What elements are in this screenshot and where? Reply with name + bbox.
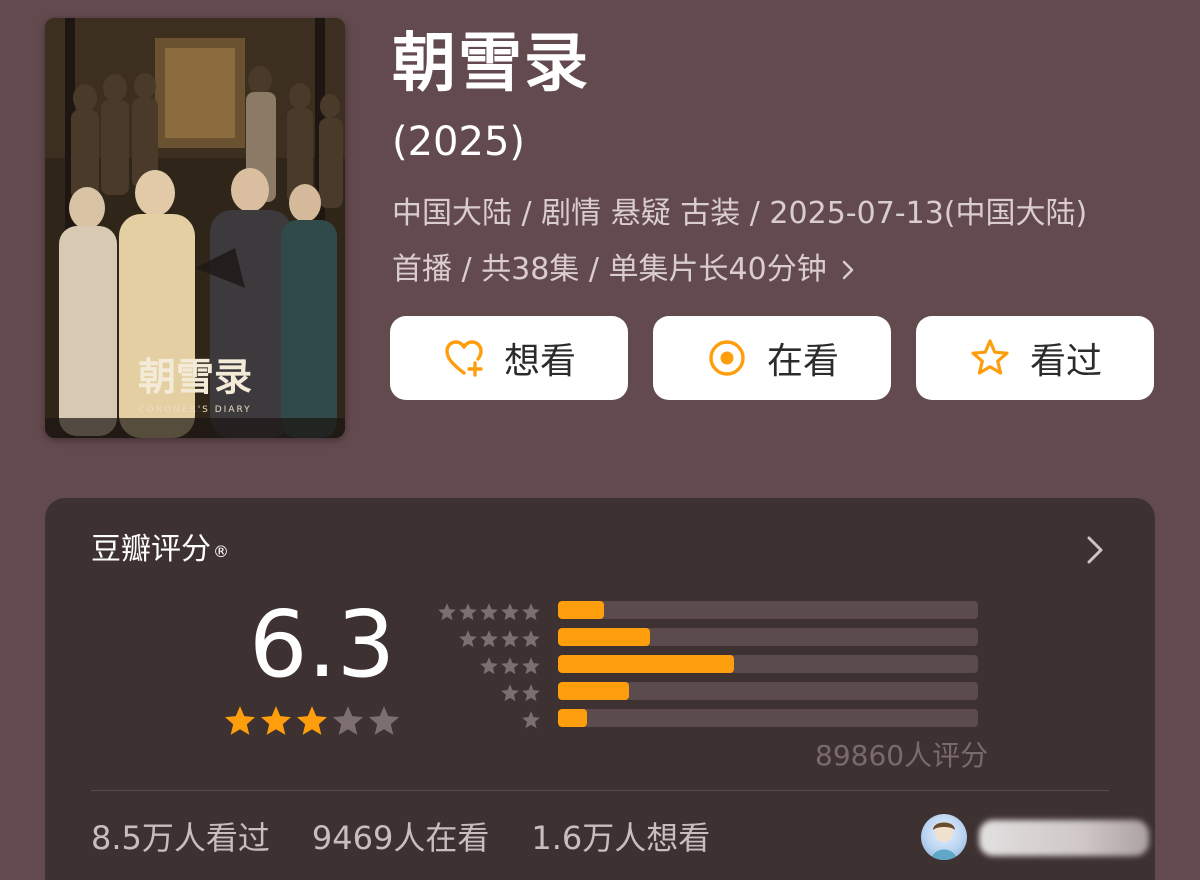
star-icon: [501, 602, 519, 620]
watching-button[interactable]: 在看: [653, 316, 891, 400]
star-empty-icon: [332, 706, 364, 735]
rating-distribution-row: [437, 679, 997, 706]
avatar-illustration: [931, 822, 957, 860]
chevron-right-icon: [842, 260, 853, 280]
want-to-watch-button[interactable]: 想看: [390, 316, 628, 400]
audience-stats: 8.5万人看过 9469人在看 1.6万人想看: [91, 818, 710, 858]
want-to-watch-label: 想看: [503, 341, 576, 382]
rating-distribution-row: [437, 625, 997, 652]
watched-label: 看过: [1029, 341, 1102, 382]
heart-plus-icon: [445, 340, 483, 377]
star-icon: [459, 602, 477, 620]
star-filled-icon: [260, 706, 292, 735]
rating-count: 89860人评分: [815, 739, 989, 772]
star-icon: [459, 629, 477, 647]
star-icon: [522, 602, 540, 620]
distribution-bar-track: [558, 682, 978, 700]
star-icon: [480, 602, 498, 620]
release-year: (2025): [392, 119, 526, 165]
watched-button[interactable]: 看过: [916, 316, 1154, 400]
rating-distribution-row: [437, 598, 997, 625]
distribution-bar-fill: [558, 709, 588, 727]
distribution-bar-fill: [558, 628, 651, 646]
distribution-stars: [500, 679, 541, 706]
target-circle-icon: [709, 340, 745, 376]
star-icon: [480, 629, 498, 647]
rating-distribution-row: [437, 706, 997, 733]
chevron-right-icon[interactable]: [1085, 534, 1105, 566]
distribution-stars: [437, 598, 541, 625]
poster-calligraphy: 朝雪录: [138, 354, 252, 399]
distribution-bar-fill: [558, 682, 630, 700]
distribution-stars: [521, 706, 541, 733]
rating-card-title: 豆瓣评分 ®: [91, 530, 229, 570]
divider: [91, 790, 1109, 791]
watching-count[interactable]: 9469人在看: [312, 818, 489, 858]
star-outline-icon: [971, 339, 1009, 375]
watched-count[interactable]: 8.5万人看过: [91, 818, 270, 858]
star-icon: [501, 629, 519, 647]
distribution-stars: [458, 625, 541, 652]
rating-stars: [223, 704, 401, 738]
watching-label: 在看: [766, 341, 839, 382]
rating-score: 6.3: [249, 591, 396, 698]
registered-mark: ®: [213, 542, 229, 561]
distribution-bar-track: [558, 655, 978, 673]
poster-image[interactable]: 朝雪录 CORONER'S DIARY: [45, 18, 345, 438]
rating-distribution: [437, 598, 997, 733]
star-filled-icon: [296, 706, 328, 735]
meta-info-line2[interactable]: 首播 / 共38集 / 单集片长40分钟: [392, 250, 855, 290]
star-icon: [480, 656, 498, 674]
star-icon: [522, 629, 540, 647]
rating-distribution-row: [437, 652, 997, 679]
star-icon: [501, 683, 519, 701]
poster-english-title: CORONER'S DIARY: [138, 405, 251, 415]
distribution-bar-track: [558, 628, 978, 646]
star-icon: [522, 710, 540, 728]
meta-info-line2-text: 首播 / 共38集 / 单集片长40分钟: [392, 252, 827, 287]
poster-artwork: 朝雪录 CORONER'S DIARY: [45, 18, 345, 438]
blurred-friend-info: [979, 820, 1149, 856]
distribution-bar-fill: [558, 601, 605, 619]
distribution-bar-fill: [558, 655, 735, 673]
douban-rating-card[interactable]: 豆瓣评分 ® 6.3 89860人评分 8.5万人看过 9469人在看 1.6万人…: [45, 498, 1155, 880]
star-filled-icon: [224, 706, 256, 735]
distribution-stars: [479, 652, 541, 679]
avatar[interactable]: [921, 814, 967, 860]
distribution-bar-track: [558, 601, 978, 619]
want-count[interactable]: 1.6万人想看: [531, 818, 710, 858]
rating-card-title-text: 豆瓣评分: [91, 532, 211, 567]
star-icon: [438, 602, 456, 620]
star-empty-icon: [368, 706, 400, 735]
star-icon: [501, 656, 519, 674]
page-title: 朝雪录: [392, 27, 590, 101]
distribution-bar-track: [558, 709, 978, 727]
star-icon: [522, 656, 540, 674]
star-icon: [522, 683, 540, 701]
meta-info-line1: 中国大陆 / 剧情 悬疑 古装 / 2025-07-13(中国大陆): [392, 196, 1088, 231]
